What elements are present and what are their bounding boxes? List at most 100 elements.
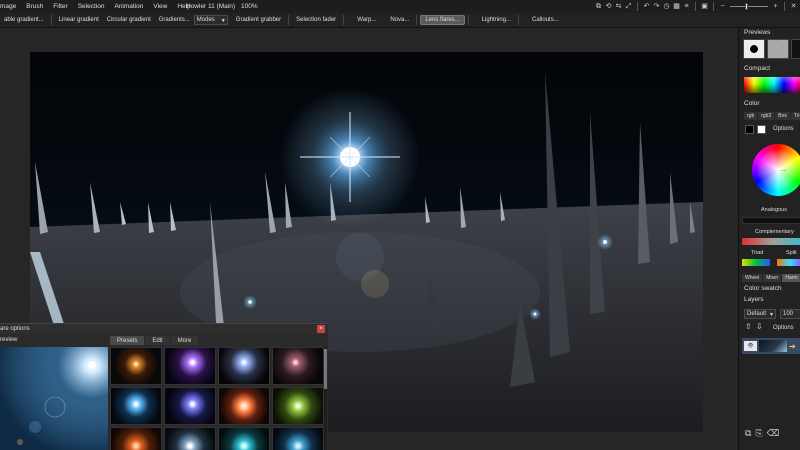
toolbar-divider <box>518 15 520 25</box>
preset-thumbnail[interactable] <box>218 427 270 450</box>
preset-thumbnail[interactable] <box>110 347 162 385</box>
lens-flares-button[interactable]: Lens flares... <box>420 15 465 25</box>
lightning-button[interactable]: Lightning... <box>478 15 515 25</box>
tab-harmony[interactable]: Harm <box>782 274 800 282</box>
preset-thumbnail[interactable] <box>218 387 270 425</box>
brush-preview-image[interactable] <box>791 39 800 59</box>
primary-color-swatch[interactable] <box>745 125 754 134</box>
tab-presets[interactable]: Presets <box>110 336 145 345</box>
move-layer-down-icon[interactable]: ⇩ <box>756 322 763 331</box>
eye-icon[interactable]: 👁 <box>744 341 757 351</box>
warp-button[interactable]: Warp... <box>353 15 380 25</box>
color-wheel[interactable] <box>752 144 800 196</box>
tab-more[interactable]: More <box>170 336 199 345</box>
resize-icon[interactable]: ⤢ <box>624 2 633 11</box>
analogous-label: Analogous <box>761 207 787 213</box>
tab-edit[interactable]: Edit <box>145 336 170 345</box>
history-icon[interactable]: ◷ <box>662 2 671 11</box>
zoom-readout: 100% <box>241 3 258 10</box>
triad-bar[interactable] <box>742 259 770 266</box>
dialog-tabs: Presets Edit More <box>110 336 199 345</box>
layer-row[interactable]: 👁 ➔ <box>742 338 800 354</box>
toolbar-divider <box>695 2 696 11</box>
menu-view[interactable]: View <box>148 3 172 10</box>
lens-flare-options-dialog: are options × review Presets Edit More <box>0 323 328 450</box>
right-panel: Previews Compact Color rgb rgb2 Box Tri … <box>738 28 800 450</box>
layer-thumbnail <box>759 340 787 352</box>
preset-thumbnail[interactable] <box>272 387 324 425</box>
secondary-color-swatch[interactable] <box>757 125 766 134</box>
zoom-slider-track <box>730 6 768 7</box>
delete-layer-icon[interactable]: ⌫ <box>767 428 780 439</box>
layer-opacity-input[interactable]: 100 <box>780 309 800 319</box>
new-layer-icon[interactable]: ⧉ <box>745 428 751 439</box>
tab-tri[interactable]: Tri <box>790 112 800 120</box>
duplicate-layer-icon[interactable]: ⎘ <box>755 428 762 439</box>
complementary-bar[interactable] <box>742 238 800 245</box>
preset-thumbnail[interactable] <box>272 427 324 450</box>
chevron-down-icon: ▾ <box>221 17 225 24</box>
close-icon[interactable]: ✕ <box>789 2 798 11</box>
color-swatch-title: Color swatch <box>744 285 782 292</box>
zoom-slider[interactable] <box>730 2 768 11</box>
gradients-button[interactable]: Gradients... <box>155 15 194 25</box>
preset-thumbnail[interactable] <box>218 347 270 385</box>
preset-thumbnail[interactable] <box>164 347 216 385</box>
brush-preview-round[interactable] <box>743 39 765 59</box>
dialog-close-button[interactable]: × <box>317 325 325 333</box>
circular-gradient-button[interactable]: Circular gradient <box>103 15 155 25</box>
tab-rgb2[interactable]: rgb2 <box>758 112 775 120</box>
zoom-out-icon[interactable]: − <box>718 2 727 11</box>
flare-preview <box>0 347 108 450</box>
modes-select[interactable]: Modes ▾ <box>193 15 228 25</box>
layer-blend-mode-select[interactable]: Default ▾ <box>744 309 776 319</box>
linear-gradient-button[interactable]: Linear gradient <box>55 15 103 25</box>
layer-options-button[interactable]: Options <box>773 325 794 331</box>
brush-preview-texture[interactable] <box>767 39 789 59</box>
rotate-icon[interactable]: ⟲ <box>604 2 613 11</box>
menu-selection[interactable]: Selection <box>73 3 110 10</box>
callouts-button[interactable]: Callouts... <box>528 15 563 25</box>
menu-filter[interactable]: Filter <box>48 3 72 10</box>
tab-mixer[interactable]: Mixer <box>763 274 782 282</box>
compact-title: Compact <box>744 65 771 72</box>
menu-icon[interactable]: ≡ <box>682 2 691 11</box>
preset-scrollbar[interactable] <box>324 347 327 450</box>
tab-wheel[interactable]: Wheel <box>742 274 763 282</box>
preset-thumbnail[interactable] <box>272 347 324 385</box>
nova-button[interactable]: Nova... <box>386 15 413 25</box>
compact-color-spectrum[interactable] <box>744 77 800 93</box>
tab-rgb[interactable]: rgb <box>744 112 758 120</box>
scrollbar-thumb[interactable] <box>324 349 327 389</box>
complementary-label: Complementary <box>755 229 794 235</box>
color-title: Color <box>744 100 760 107</box>
variable-gradient-button[interactable]: able gradient... <box>0 15 48 25</box>
grid-icon[interactable]: ▦ <box>672 2 681 11</box>
menu-animation[interactable]: Animation <box>109 3 148 10</box>
analogous-bar[interactable] <box>742 217 800 224</box>
flip-icon[interactable]: ⇆ <box>614 2 623 11</box>
tab-box[interactable]: Box <box>775 112 790 120</box>
preset-thumbnail[interactable] <box>110 387 162 425</box>
zoom-in-icon[interactable]: + <box>771 2 780 11</box>
preset-thumbnail[interactable] <box>164 427 216 450</box>
preset-thumbnail[interactable] <box>164 387 216 425</box>
gradient-grabber-button[interactable]: Gradient grabber <box>232 15 285 25</box>
toolbar-divider <box>713 2 714 11</box>
move-layer-up-icon[interactable]: ⇧ <box>745 322 752 331</box>
save-icon[interactable]: ▣ <box>700 2 709 11</box>
zoom-slider-thumb[interactable] <box>745 3 748 10</box>
toolbar-divider <box>416 15 418 25</box>
preset-thumbnail[interactable] <box>110 427 162 450</box>
menu-brush[interactable]: Brush <box>21 3 48 10</box>
undo-icon[interactable]: ↶ <box>642 2 651 11</box>
menu-image[interactable]: mage <box>0 3 21 10</box>
color-options-button[interactable]: Options <box>773 126 794 132</box>
split-bar[interactable] <box>777 259 800 266</box>
redo-icon[interactable]: ↷ <box>652 2 661 11</box>
crop-icon[interactable]: ⧉ <box>594 2 603 11</box>
triad-label: Triad <box>751 250 764 256</box>
selection-fader-button[interactable]: Selection fader <box>292 15 340 25</box>
layers-title: Layers <box>744 296 764 303</box>
split-label: Split <box>786 250 797 256</box>
